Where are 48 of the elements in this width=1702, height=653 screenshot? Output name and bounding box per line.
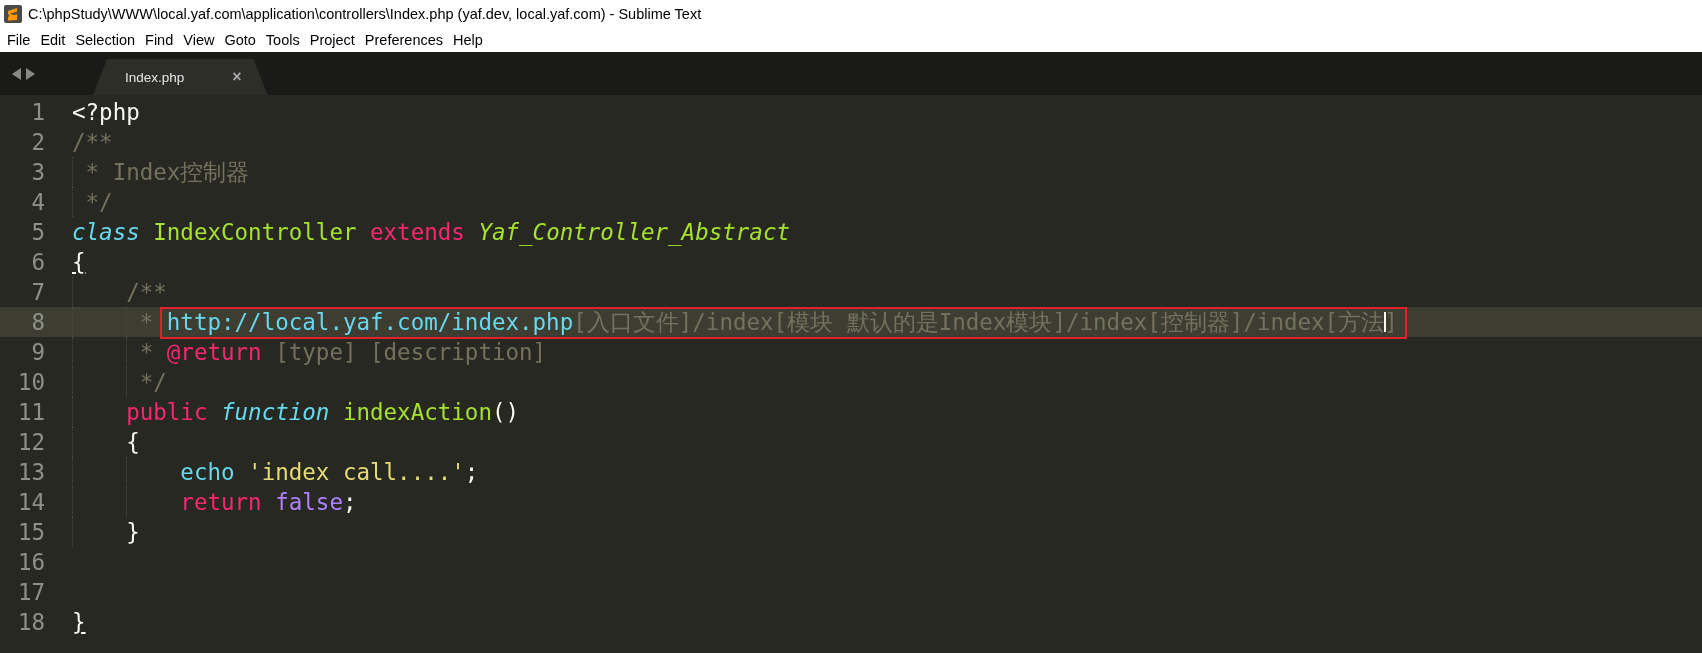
code-line: echo 'index call....'; bbox=[72, 457, 479, 487]
close-icon[interactable]: × bbox=[232, 68, 242, 86]
menu-item[interactable]: Edit bbox=[35, 32, 71, 48]
line-number: 4 bbox=[30, 188, 45, 217]
menu-item[interactable]: Help bbox=[448, 32, 488, 48]
window-title: C:\phpStudy\WWW\local.yaf.com\application\controllers\Index.php (yaf.dev, local.yaf.com) - Sublime Text bbox=[28, 6, 702, 22]
line-number: 15 bbox=[16, 518, 45, 547]
line-number: 6 bbox=[30, 248, 45, 277]
code-line: } bbox=[72, 517, 140, 547]
line-number: 17 bbox=[16, 578, 45, 607]
left-arrow-icon[interactable] bbox=[12, 67, 21, 80]
line-number: 16 bbox=[16, 548, 45, 577]
code-line: <?php bbox=[72, 98, 140, 127]
code-line: public function indexAction() bbox=[72, 397, 520, 427]
line-number: 1 bbox=[30, 98, 45, 127]
line-number: 3 bbox=[30, 158, 45, 187]
code-line: { bbox=[72, 248, 86, 277]
menu-item[interactable]: Selection bbox=[70, 32, 141, 48]
line-number: 5 bbox=[30, 218, 45, 247]
menu-item[interactable]: File bbox=[2, 32, 36, 48]
code-line: class IndexController extends Yaf_Controller_Abstract bbox=[72, 218, 790, 247]
menu-item[interactable]: Find bbox=[140, 32, 179, 48]
menu-item[interactable]: Goto bbox=[219, 32, 261, 48]
code-line: */ bbox=[72, 187, 113, 217]
code-line: * @return [type] [description] bbox=[72, 337, 547, 367]
line-number: 14 bbox=[16, 488, 45, 517]
menu-item[interactable]: View bbox=[178, 32, 220, 48]
code-line: return false; bbox=[72, 487, 357, 517]
line-number: 12 bbox=[16, 428, 45, 457]
code-line: */ bbox=[72, 367, 167, 397]
right-arrow-icon[interactable] bbox=[26, 67, 35, 80]
code-line: } bbox=[72, 608, 86, 637]
code-line: /** bbox=[72, 128, 113, 157]
code-line: * Index控制器 bbox=[72, 157, 250, 187]
line-number: 9 bbox=[30, 338, 45, 367]
line-number: 2 bbox=[30, 128, 45, 157]
app-icon bbox=[4, 5, 22, 23]
menu-item[interactable]: Tools bbox=[260, 32, 305, 48]
code-line: { bbox=[72, 427, 140, 457]
line-number: 8 bbox=[30, 308, 45, 337]
line-number: 7 bbox=[30, 278, 45, 307]
line-number: 18 bbox=[16, 608, 45, 637]
menu-item[interactable]: Preferences bbox=[359, 32, 449, 48]
file-tab[interactable]: Index.php × bbox=[93, 59, 268, 95]
line-number: 13 bbox=[16, 458, 45, 487]
line-number: 10 bbox=[16, 368, 45, 397]
menu-item[interactable]: Project bbox=[304, 32, 360, 48]
line-number: 11 bbox=[16, 398, 45, 427]
